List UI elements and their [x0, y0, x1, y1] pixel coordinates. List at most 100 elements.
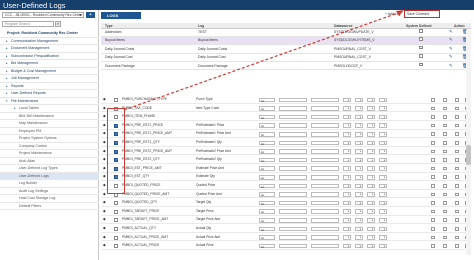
- field-option-input[interactable]: [311, 174, 339, 180]
- pencil-icon[interactable]: ✎: [449, 46, 454, 51]
- field-option-select[interactable]: ▾: [367, 123, 375, 129]
- sidebar-item[interactable]: Company Control: [0, 143, 99, 150]
- field-option-input[interactable]: [279, 243, 307, 249]
- drag-handle-icon[interactable]: ◆: [103, 156, 106, 164]
- field-row[interactable]: ◆ PMBOI_TARGET_PRICE_AMT Target Price Amt s…: [101, 216, 471, 225]
- sidebar-item[interactable]: Project Maintenance: [0, 150, 99, 158]
- field-option-checkbox[interactable]: [431, 158, 435, 162]
- field-option-select[interactable]: ▾: [343, 235, 351, 240]
- field-option-checkbox[interactable]: [455, 244, 459, 248]
- drag-handle-icon[interactable]: ◆: [103, 165, 106, 173]
- field-include-checkbox[interactable]: [114, 201, 118, 206]
- field-option-select[interactable]: ▾: [355, 174, 363, 180]
- field-type-select[interactable]: str: [259, 217, 275, 223]
- field-row[interactable]: ◆ PMBOI_QUOTED_PRICE Quoted Price str ▾ ▾ ▾ ▾: [101, 182, 471, 190]
- field-option-select[interactable]: ▾: [355, 149, 363, 154]
- field-type-select[interactable]: str: [259, 192, 275, 197]
- sidebar-item[interactable]: ▸ Local Tables: [0, 105, 99, 113]
- field-option-input[interactable]: [311, 123, 339, 129]
- field-row[interactable]: ◆ PMBOI_QUOTED_QTY Target Qty str ▾ ▾ ▾ ▾: [101, 199, 471, 207]
- field-option-checkbox[interactable]: [455, 132, 459, 136]
- field-include-checkbox[interactable]: [114, 209, 118, 214]
- field-option-select[interactable]: ▾: [367, 192, 375, 197]
- field-include-checkbox[interactable]: [114, 235, 118, 240]
- field-option-select[interactable]: ▾: [343, 174, 351, 180]
- save-columns-button[interactable]: Save Columns: [404, 10, 440, 18]
- field-option-select[interactable]: ▾: [343, 123, 351, 129]
- field-option-checkbox[interactable]: [443, 158, 447, 162]
- field-option-checkbox[interactable]: [431, 192, 435, 197]
- field-option-select[interactable]: ▾: [367, 243, 375, 249]
- field-option-select[interactable]: ▾: [355, 183, 363, 189]
- sidebar-item[interactable]: User-Defined Logs: [0, 172, 99, 180]
- field-option-select[interactable]: ▾: [343, 97, 351, 103]
- field-option-select[interactable]: ▾: [379, 192, 387, 197]
- field-option-checkbox[interactable]: [455, 166, 459, 171]
- field-option-checkbox[interactable]: [443, 106, 447, 111]
- field-option-input[interactable]: [311, 209, 339, 215]
- field-option-checkbox[interactable]: [455, 235, 459, 240]
- field-option-input[interactable]: [311, 183, 339, 189]
- field-option-select[interactable]: ▾: [367, 235, 375, 240]
- field-include-checkbox[interactable]: [114, 227, 118, 231]
- field-option-select[interactable]: ▾: [343, 166, 351, 172]
- field-option-input[interactable]: [279, 235, 307, 240]
- sidebar-item[interactable]: Default Filters: [0, 203, 99, 210]
- field-option-input[interactable]: [311, 114, 339, 120]
- sidebar-item[interactable]: ▾ File Maintenance: [0, 98, 99, 105]
- drag-handle-icon[interactable]: ◆: [103, 148, 106, 156]
- log-row[interactable]: Document Package Document Package PMSOLODO…: [101, 62, 471, 71]
- system-defined-checkbox[interactable]: [419, 29, 423, 33]
- sidebar-item[interactable]: Hold Cost Storage Log: [0, 195, 99, 203]
- field-option-input[interactable]: [311, 97, 339, 103]
- field-option-checkbox[interactable]: [431, 244, 435, 248]
- field-option-select[interactable]: ▾: [355, 192, 363, 197]
- field-option-input[interactable]: [279, 106, 307, 111]
- field-option-select[interactable]: ▾: [367, 166, 375, 172]
- field-option-select[interactable]: ▾: [355, 235, 363, 240]
- field-option-select[interactable]: ▾: [367, 200, 375, 206]
- log-row[interactable]: Addendum TEST SYSDDLOGWUPDATE_V ✎ 🗑: [101, 29, 471, 37]
- search-icon[interactable]: ⌕: [55, 21, 61, 27]
- field-option-select[interactable]: ▾: [355, 226, 363, 232]
- field-option-checkbox[interactable]: [431, 149, 435, 154]
- field-option-input[interactable]: [311, 235, 339, 240]
- field-option-select[interactable]: ▾: [379, 209, 387, 215]
- field-type-select[interactable]: str: [259, 209, 275, 214]
- field-type-select[interactable]: str: [259, 174, 275, 180]
- sidebar-item[interactable]: ▸ Budget & Cost Management: [0, 68, 99, 75]
- field-option-checkbox[interactable]: [431, 175, 435, 179]
- tab-logs[interactable]: LOGS: [101, 12, 141, 19]
- field-option-checkbox[interactable]: [443, 201, 447, 205]
- field-option-select[interactable]: ▾: [343, 217, 351, 223]
- field-type-select[interactable]: str: [259, 131, 275, 137]
- field-option-checkbox[interactable]: [443, 132, 447, 136]
- field-option-input[interactable]: [279, 226, 307, 232]
- field-option-checkbox[interactable]: [443, 123, 447, 128]
- field-option-select[interactable]: ▾: [355, 114, 363, 120]
- field-option-input[interactable]: [279, 123, 307, 129]
- pencil-icon[interactable]: ✎: [449, 63, 454, 68]
- field-option-input[interactable]: [311, 200, 339, 206]
- field-option-select[interactable]: ▾: [367, 174, 375, 180]
- field-option-select[interactable]: ▾: [379, 166, 387, 172]
- field-option-input[interactable]: [279, 140, 307, 146]
- drag-handle-icon[interactable]: ◆: [103, 216, 106, 224]
- pencil-icon[interactable]: ✎: [449, 37, 454, 42]
- field-option-input[interactable]: [311, 131, 339, 137]
- pencil-icon[interactable]: ✎: [449, 29, 454, 34]
- field-row[interactable]: ◆ PMBOI_PRE_EST1_PRICE_AMT PreEstimate1 Pr…: [101, 130, 471, 139]
- field-include-checkbox[interactable]: [114, 244, 118, 249]
- field-row[interactable]: ◆ PMBOI_PRE_EST2_QTY PreEstimate2 Qty str ▾ ▾…: [101, 156, 471, 164]
- field-include-checkbox[interactable]: [114, 98, 118, 102]
- field-type-select[interactable]: str: [259, 166, 275, 171]
- field-option-checkbox[interactable]: [443, 184, 447, 188]
- field-option-checkbox[interactable]: [455, 98, 459, 102]
- field-option-input[interactable]: [279, 209, 307, 215]
- field-option-select[interactable]: ▾: [379, 106, 387, 111]
- field-type-select[interactable]: str: [259, 183, 275, 188]
- field-option-select[interactable]: ▾: [355, 140, 363, 146]
- field-option-select[interactable]: ▾: [379, 157, 387, 163]
- field-row[interactable]: ◆ PMBOI_ACTUAL_PRICE_AMT Actual Price Amt s…: [101, 234, 471, 242]
- log-row[interactable]: Daily Journal Costs Daily Journal Costs PM…: [101, 45, 471, 54]
